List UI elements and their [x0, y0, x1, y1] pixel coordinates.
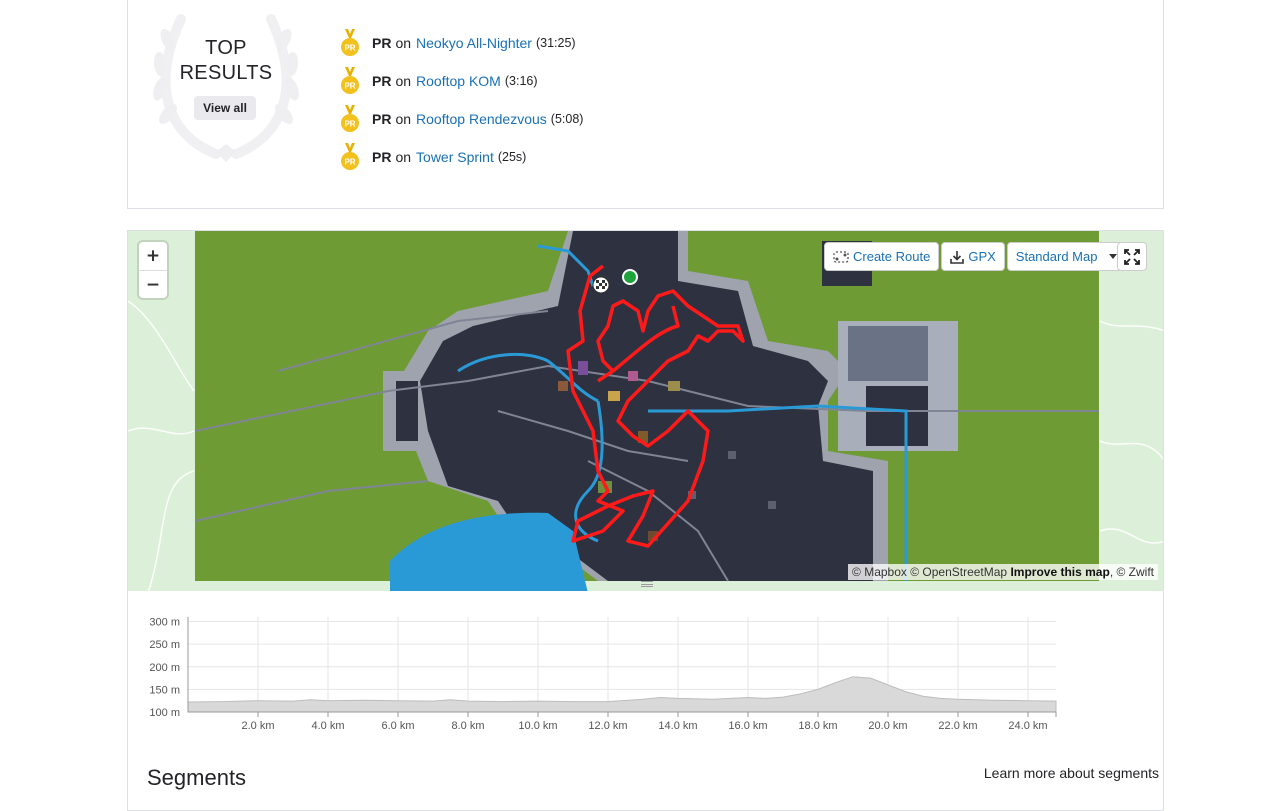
- zoom-out-button[interactable]: −: [139, 270, 167, 298]
- map-panel[interactable]: + − Create Route GPX Standard Map © Mapb…: [127, 230, 1164, 592]
- x-tick-label: 16.0 km: [728, 720, 767, 732]
- segment-link[interactable]: Rooftop Rendezvous: [416, 111, 547, 127]
- pr-list-item: PR PR on Rooftop Rendezvous (5:08): [340, 100, 583, 138]
- pr-label: PR: [372, 111, 392, 127]
- create-route-icon: [833, 250, 849, 263]
- x-tick-label: 8.0 km: [451, 720, 484, 732]
- map-style-label: Standard Map: [1015, 249, 1098, 264]
- map-canvas[interactable]: [128, 231, 1164, 592]
- pr-time: (25s): [497, 150, 527, 164]
- segment-link[interactable]: Neokyo All-Nighter: [416, 35, 532, 51]
- y-tick-label: 200 m: [149, 662, 180, 674]
- x-tick-label: 2.0 km: [241, 720, 274, 732]
- gpx-label: GPX: [968, 249, 996, 264]
- create-route-button[interactable]: Create Route: [824, 242, 940, 271]
- pr-list: PR PR on Neokyo All-Nighter (31:25) PR P…: [340, 24, 583, 176]
- x-tick-label: 4.0 km: [311, 720, 344, 732]
- elevation-area: [187, 676, 1057, 713]
- gpx-download-button[interactable]: GPX: [941, 242, 1005, 271]
- route-start-icon[interactable]: [622, 269, 638, 285]
- zoom-in-button[interactable]: +: [139, 242, 167, 270]
- medal-label: PR: [344, 44, 355, 53]
- map-city-block: [848, 326, 928, 381]
- pr-list-item: PR PR on Neokyo All-Nighter (31:25): [340, 24, 583, 62]
- learn-more-segments-link[interactable]: Learn more about segments: [984, 765, 1159, 781]
- x-axis: 2.0 km 4.0 km 6.0 km 8.0 km 10.0 km 12.0 km 14…: [187, 617, 1057, 732]
- segment-link[interactable]: Rooftop KOM: [416, 73, 501, 89]
- top-results-title-line1: TOP: [205, 37, 247, 59]
- fullscreen-icon: [1124, 248, 1140, 265]
- elevation-panel: 300 m 250 m 200 m 150 m 100 m 2.0 km 4.0 km 6.…: [127, 591, 1164, 811]
- x-tick-label: 10.0 km: [518, 720, 557, 732]
- pr-label: PR: [372, 149, 392, 165]
- y-axis: 300 m 250 m 200 m 150 m 100 m: [149, 617, 180, 719]
- y-tick-label: 100 m: [149, 707, 180, 719]
- x-tick-label: 20.0 km: [868, 720, 907, 732]
- x-tick-label: 12.0 km: [588, 720, 627, 732]
- x-tick-label: 22.0 km: [938, 720, 977, 732]
- x-tick-label: 14.0 km: [658, 720, 697, 732]
- top-results-title-line2: RESULTS: [179, 62, 273, 84]
- pr-medal-icon: PR: [341, 143, 359, 170]
- top-results-panel: TOP RESULTS View all PR PR on Neokyo All…: [127, 0, 1164, 209]
- pr-time: (3:16): [504, 74, 538, 88]
- map-toolbar: Create Route GPX Standard Map: [824, 242, 1127, 271]
- x-tick-label: 18.0 km: [798, 720, 837, 732]
- view-all-button[interactable]: View all: [194, 96, 256, 120]
- map-city-block: [866, 386, 928, 446]
- pr-medal-icon: PR: [341, 29, 359, 56]
- map-attribution: © Mapbox © OpenStreetMap Improve this ma…: [848, 564, 1158, 580]
- segments-title: Segments: [147, 765, 247, 790]
- medal-label: PR: [344, 158, 355, 167]
- pr-time: (5:08): [550, 112, 584, 126]
- pr-medal-icon: PR: [341, 67, 359, 94]
- y-tick-label: 300 m: [149, 617, 180, 629]
- pr-list-item: PR PR on Tower Sprint (25s): [340, 138, 583, 176]
- download-icon: [950, 250, 965, 264]
- x-tick-label: 6.0 km: [381, 720, 414, 732]
- on-word: on: [395, 149, 412, 165]
- improve-map-link[interactable]: Improve this map: [1010, 565, 1109, 579]
- elevation-chart[interactable]: 300 m 250 m 200 m 150 m 100 m 2.0 km 4.0 km 6.…: [128, 591, 1163, 761]
- on-word: on: [395, 111, 412, 127]
- pr-label: PR: [372, 35, 392, 51]
- pr-time: (31:25): [535, 36, 576, 50]
- resize-handle[interactable]: [641, 581, 653, 587]
- y-tick-label: 250 m: [149, 639, 180, 651]
- pr-list-item: PR PR on Rooftop KOM (3:16): [340, 62, 583, 100]
- zoom-control: + −: [139, 242, 167, 298]
- top-results-title: TOP RESULTS: [156, 36, 296, 86]
- on-word: on: [395, 35, 412, 51]
- create-route-label: Create Route: [853, 249, 931, 264]
- route-finish-icon[interactable]: [592, 276, 610, 294]
- attribution-suffix: , © Zwift: [1109, 565, 1154, 579]
- pr-label: PR: [372, 73, 392, 89]
- segment-link[interactable]: Tower Sprint: [416, 149, 494, 165]
- on-word: on: [395, 73, 412, 89]
- y-tick-label: 150 m: [149, 684, 180, 696]
- attribution-prefix: © Mapbox © OpenStreetMap: [852, 565, 1008, 579]
- medal-label: PR: [344, 120, 355, 129]
- x-tick-label: 24.0 km: [1008, 720, 1047, 732]
- fullscreen-button[interactable]: [1117, 242, 1147, 271]
- map-style-dropdown[interactable]: Standard Map: [1006, 242, 1127, 271]
- medal-label: PR: [344, 82, 355, 91]
- pr-medal-icon: PR: [341, 105, 359, 132]
